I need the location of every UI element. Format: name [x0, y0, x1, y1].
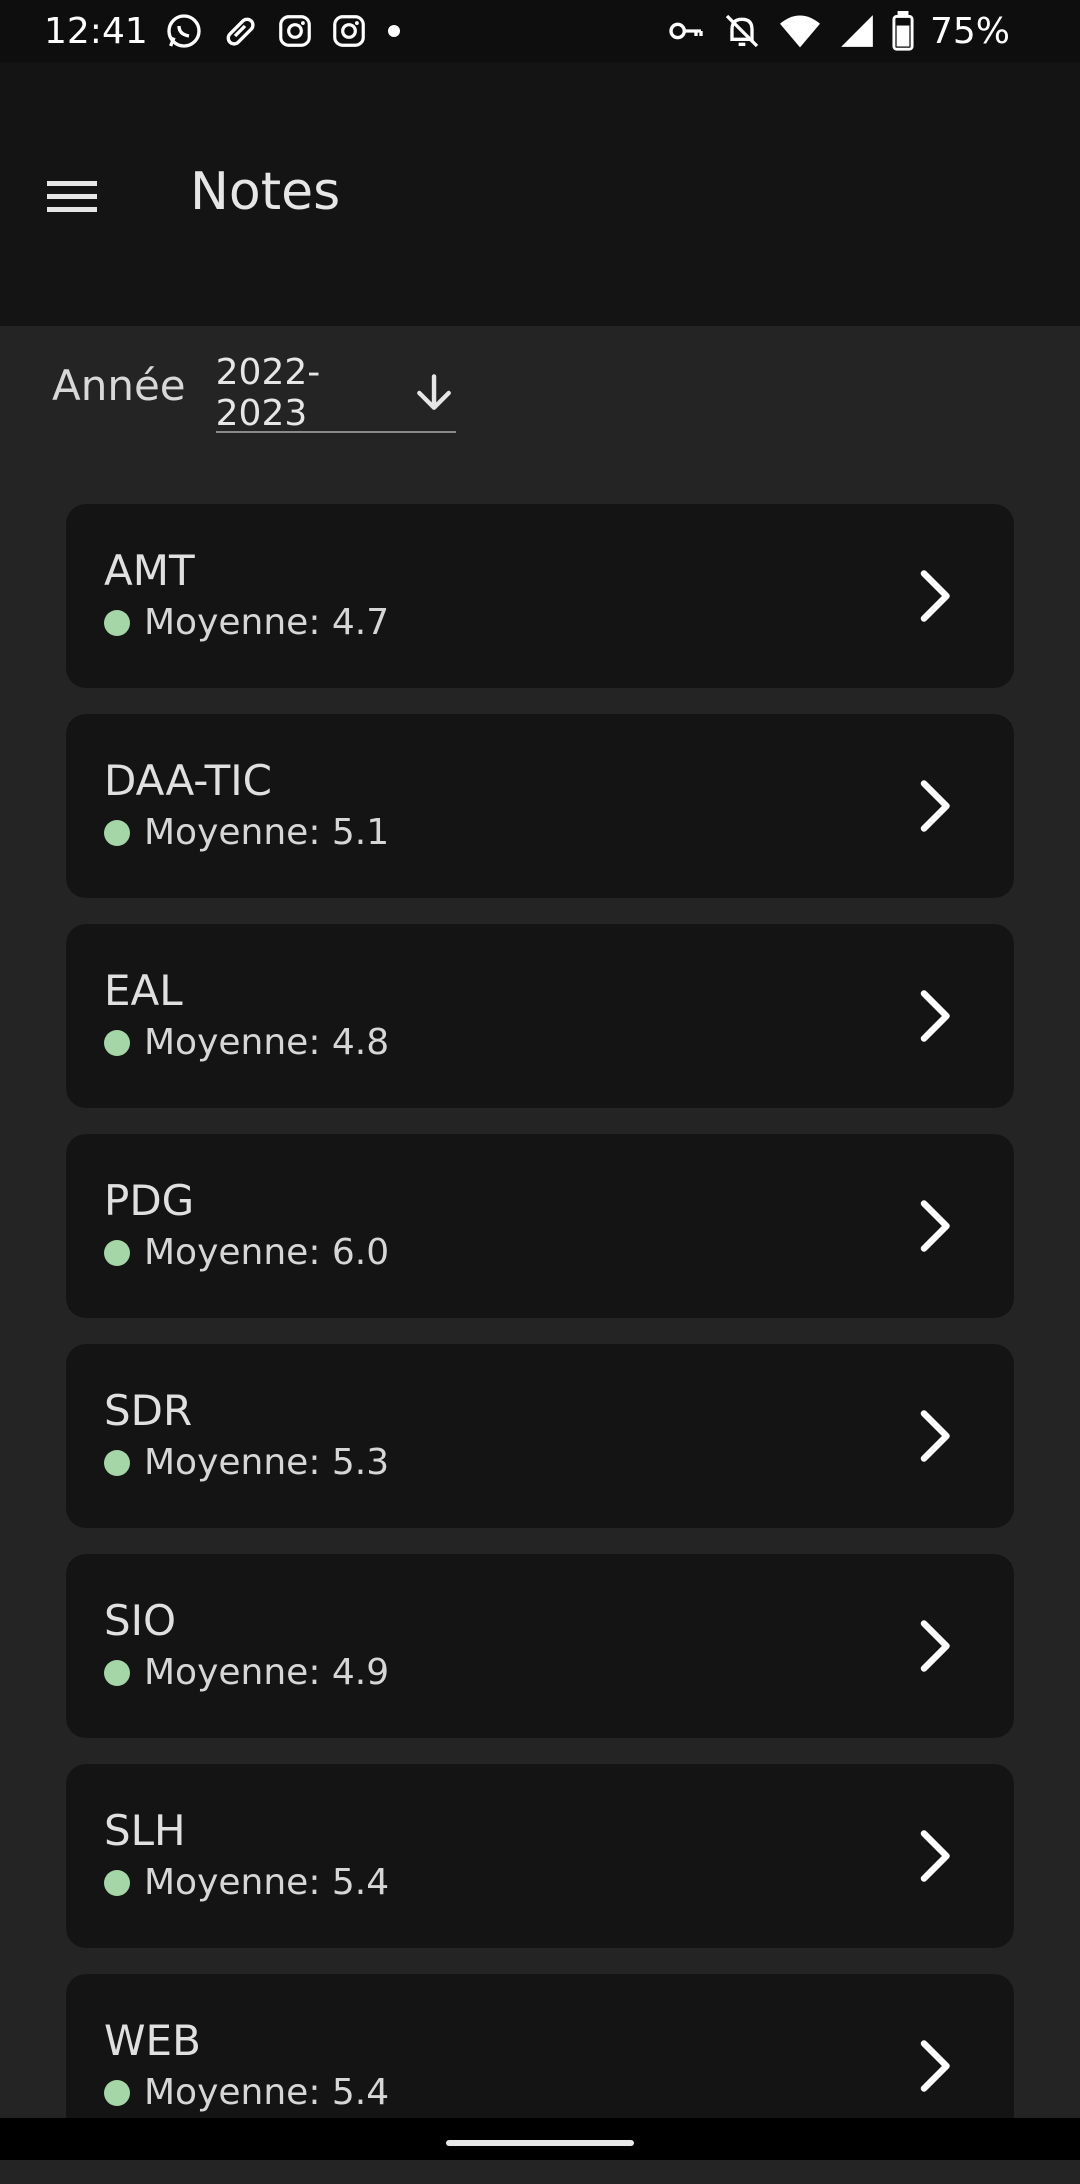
dot-icon: [384, 21, 404, 41]
course-name: SLH: [104, 1806, 186, 1855]
average-text: Moyenne: 5.3: [144, 1442, 390, 1483]
average-text: Moyenne: 5.4: [144, 2072, 390, 2113]
course-card[interactable]: SLH Moyenne: 5.4: [66, 1764, 1014, 1948]
status-left: 12:41: [44, 11, 404, 52]
chevron-right-icon: [920, 1830, 950, 1882]
battery-icon: [892, 11, 914, 51]
whatsapp-icon: [164, 11, 204, 51]
page-title: Notes: [190, 162, 341, 222]
course-name: SDR: [104, 1386, 193, 1435]
year-label: Année: [52, 361, 186, 410]
signal-icon: [838, 12, 876, 50]
course-average: Moyenne: 5.1: [104, 812, 389, 853]
app-bar: Notes: [0, 62, 1080, 326]
course-average: Moyenne: 4.7: [104, 602, 389, 643]
status-dot-icon: [104, 1239, 130, 1266]
navigation-bar: [0, 2118, 1080, 2160]
status-dot-icon: [104, 1029, 130, 1056]
year-filter: Année 2022-2023: [52, 352, 456, 435]
course-average: Moyenne: 5.4: [104, 2072, 389, 2113]
course-average: Moyenne: 4.9: [104, 1652, 389, 1693]
average-text: Moyenne: 4.8: [144, 1022, 390, 1063]
chevron-right-icon: [920, 2040, 950, 2092]
instagram-icon: [276, 12, 314, 50]
course-card[interactable]: PDG Moyenne: 6.0: [66, 1134, 1014, 1318]
course-name: SIO: [104, 1596, 177, 1645]
course-card[interactable]: EAL Moyenne: 4.8: [66, 924, 1014, 1108]
chevron-right-icon: [920, 570, 950, 622]
course-name: PDG: [104, 1176, 195, 1225]
course-name: AMT: [104, 546, 195, 595]
wifi-icon: [778, 11, 822, 51]
chevron-right-icon: [920, 1620, 950, 1672]
average-text: Moyenne: 5.4: [144, 1862, 390, 1903]
home-handle[interactable]: [446, 2140, 634, 2146]
vpn-key-icon: [666, 11, 706, 51]
chevron-right-icon: [920, 990, 950, 1042]
course-list: AMT Moyenne: 4.7 DAA-TIC Moyenne: 5.1 EAL Moy…: [66, 504, 1014, 2184]
course-average: Moyenne: 5.4: [104, 1862, 389, 1903]
status-dot-icon: [104, 2079, 130, 2106]
course-name: EAL: [104, 966, 183, 1015]
course-card[interactable]: AMT Moyenne: 4.7: [66, 504, 1014, 688]
status-time: 12:41: [44, 10, 148, 52]
status-dot-icon: [104, 819, 130, 846]
arrow-down-icon: [416, 374, 451, 410]
average-text: Moyenne: 4.7: [144, 602, 390, 643]
battery-percentage: 75%: [929, 10, 1010, 52]
chevron-right-icon: [920, 1200, 950, 1252]
pill-icon: [220, 11, 260, 51]
course-card[interactable]: SDR Moyenne: 5.3: [66, 1344, 1014, 1528]
status-dot-icon: [104, 1449, 130, 1476]
course-card[interactable]: SIO Moyenne: 4.9: [66, 1554, 1014, 1738]
course-name: DAA-TIC: [104, 756, 272, 805]
menu-icon: [47, 181, 97, 212]
menu-button[interactable]: [40, 164, 106, 230]
status-dot-icon: [104, 609, 130, 636]
course-name: WEB: [104, 2016, 201, 2065]
course-average: Moyenne: 4.8: [104, 1022, 389, 1063]
year-value: 2022-2023: [215, 352, 321, 434]
status-bar: 12:41 75%: [0, 0, 1080, 62]
chevron-right-icon: [920, 780, 950, 832]
status-dot-icon: [104, 1659, 130, 1686]
year-dropdown[interactable]: 2022-2023: [215, 352, 456, 434]
average-text: Moyenne: 5.1: [144, 812, 390, 853]
instagram-icon: [330, 12, 368, 50]
chevron-right-icon: [920, 1410, 950, 1462]
course-average: Moyenne: 5.3: [104, 1442, 389, 1483]
average-text: Moyenne: 6.0: [144, 1232, 390, 1273]
course-card[interactable]: DAA-TIC Moyenne: 5.1: [66, 714, 1014, 898]
status-dot-icon: [104, 1869, 130, 1896]
bell-off-icon: [722, 11, 762, 51]
status-right: 75%: [666, 11, 1010, 52]
average-text: Moyenne: 4.9: [144, 1652, 390, 1693]
course-average: Moyenne: 6.0: [104, 1232, 389, 1273]
